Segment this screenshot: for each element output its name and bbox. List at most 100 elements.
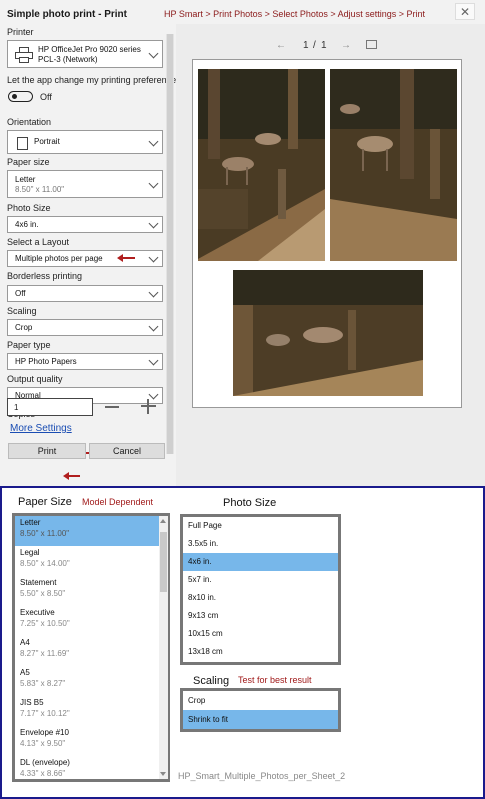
list-item-dimensions: 7.17" x 10.12" [20, 709, 70, 718]
list-item[interactable]: 4x6 in. [183, 553, 338, 571]
chevron-down-icon [148, 136, 159, 147]
list-item[interactable]: A4 8.27" x 11.69" [15, 636, 159, 666]
paper-size-title: Paper Size [18, 496, 72, 508]
increment-button[interactable] [141, 399, 156, 414]
orientation-value: Portrait [34, 137, 60, 146]
list-item-label: Letter [20, 518, 41, 527]
photo-size-list[interactable]: Full Page 3.5x5 in. 4x6 in. 5x7 in. 8x10 in.… [180, 514, 341, 665]
chevron-down-icon [148, 48, 159, 59]
output-quality-label: Output quality [7, 374, 63, 384]
borderless-label: Borderless printing [7, 271, 83, 281]
paper-size-scrollbar[interactable] [159, 516, 168, 779]
list-item-label: 10x15 cm [188, 629, 223, 638]
copies-input[interactable]: 1 [7, 398, 93, 416]
layout-select[interactable]: Multiple photos per page [7, 250, 163, 267]
list-item[interactable]: Legal 8.50" x 14.00" [15, 546, 159, 576]
list-item[interactable]: Shrink to fit [183, 710, 338, 729]
list-item-dimensions: 5.50" x 8.50" [20, 589, 66, 598]
settings-scrollbar[interactable] [166, 34, 174, 454]
list-item-label: 5x7 in. [188, 575, 212, 584]
list-item-label: Shrink to fit [188, 715, 229, 724]
list-item[interactable]: 9x13 cm [183, 607, 338, 625]
list-item[interactable]: 5x7 in. [183, 571, 338, 589]
list-item[interactable]: Executive 7.25" x 10.50" [15, 606, 159, 636]
breadcrumb: HP Smart > Print Photos > Select Photos … [164, 9, 425, 19]
list-item-dimensions: 5.83" x 8.27" [20, 679, 66, 688]
paper-size-select[interactable]: Letter 8.50" x 11.00" [7, 170, 163, 198]
list-item-dimensions: 8.50" x 11.00" [20, 529, 70, 538]
page-separator: / [313, 40, 316, 51]
list-item-label: 3.5x5 in. [188, 539, 219, 548]
list-item-label: 13x18 cm [188, 647, 223, 656]
close-button[interactable]: ✕ [455, 3, 475, 20]
photo-size-label: Photo Size [7, 203, 51, 213]
scaling-label: Scaling [7, 306, 37, 316]
paper-size-note: Model Dependent [82, 497, 154, 507]
print-preview-page [192, 59, 462, 408]
print-button[interactable]: Print [8, 443, 86, 459]
list-item[interactable]: Full Page [183, 517, 338, 535]
photo-size-select[interactable]: 4x6 in. [7, 216, 163, 233]
chevron-down-icon [148, 287, 159, 298]
chevron-down-icon [148, 355, 159, 366]
list-item-label: A5 [20, 668, 30, 677]
print-button-label: Print [37, 446, 57, 456]
paper-type-label: Paper type [7, 340, 51, 350]
list-item-label: Envelope #10 [20, 728, 69, 737]
scaling-title: Scaling [193, 675, 230, 687]
photo-size-value: 4x6 in. [15, 220, 39, 229]
fit-page-icon[interactable] [366, 40, 377, 49]
chevron-down-icon [148, 178, 159, 189]
list-item[interactable]: 8x10 in. [183, 589, 338, 607]
preview-photo-2 [330, 69, 457, 261]
more-settings-link[interactable]: More Settings [10, 423, 72, 434]
print-dialog: Simple photo print - Print HP Smart > Pr… [0, 0, 485, 486]
app-change-label: Let the app change my printing preferenc… [7, 75, 181, 85]
cancel-button-label: Cancel [112, 446, 141, 456]
list-item-dimensions: 4.33" x 8.66" [20, 769, 66, 778]
list-item-label: 4x6 in. [188, 557, 212, 566]
list-item[interactable]: DL (envelope) 4.33" x 8.66" [15, 756, 159, 786]
chevron-down-icon [148, 389, 159, 400]
list-item[interactable]: Envelope #10 4.13" x 9.50" [15, 726, 159, 756]
paper-size-list[interactable]: Letter 8.50" x 11.00" Legal 8.50" x 14.00" S… [12, 513, 170, 782]
app-change-toggle[interactable] [8, 91, 33, 102]
current-page: 1 [303, 40, 309, 51]
chevron-down-icon [148, 321, 159, 332]
list-item[interactable]: A5 5.83" x 8.27" [15, 666, 159, 696]
paper-type-select[interactable]: HP Photo Papers [7, 353, 163, 370]
list-item-label: Legal [20, 548, 40, 557]
list-item-dimensions: 8.50" x 14.00" [20, 559, 70, 568]
list-item-label: 9x13 cm [188, 611, 219, 620]
list-item[interactable]: Crop [183, 691, 338, 710]
layout-label: Select a Layout [7, 237, 70, 247]
list-item[interactable]: Statement 5.50" x 8.50" [15, 576, 159, 606]
printer-name: HP OfficeJet Pro 9020 series [38, 45, 141, 54]
scaling-select[interactable]: Crop [7, 319, 163, 336]
printer-label: Printer [7, 27, 34, 37]
layout-value: Multiple photos per page [15, 254, 103, 263]
borderless-select[interactable]: Off [7, 285, 163, 302]
list-item-label: A4 [20, 638, 30, 647]
preview-photo-1 [198, 69, 325, 261]
printer-select[interactable]: HP OfficeJet Pro 9020 series PCL-3 (Netw… [7, 40, 163, 68]
photo-size-title: Photo Size [223, 497, 277, 509]
next-page-button[interactable]: → [341, 40, 351, 51]
cancel-button[interactable]: Cancel [89, 443, 165, 459]
orientation-label: Orientation [7, 117, 52, 127]
scaling-list[interactable]: Crop Shrink to fit [180, 688, 341, 732]
borderless-value: Off [15, 289, 26, 298]
list-item[interactable]: 3.5x5 in. [183, 535, 338, 553]
list-item[interactable]: Letter 8.50" x 11.00" [15, 516, 159, 546]
prev-page-button[interactable]: ← [276, 40, 286, 51]
list-item-label: 8x10 in. [188, 593, 217, 602]
decrement-button[interactable] [105, 406, 119, 408]
preview-photo-3 [233, 270, 423, 396]
list-item[interactable]: 13x18 cm [183, 643, 338, 661]
paper-type-value: HP Photo Papers [15, 357, 77, 366]
list-item[interactable]: 10x15 cm [183, 625, 338, 643]
orientation-icon [17, 137, 28, 150]
orientation-select[interactable]: Portrait [7, 130, 163, 154]
list-item[interactable]: JIS B5 7.17" x 10.12" [15, 696, 159, 726]
list-item-label: Full Page [188, 521, 222, 530]
